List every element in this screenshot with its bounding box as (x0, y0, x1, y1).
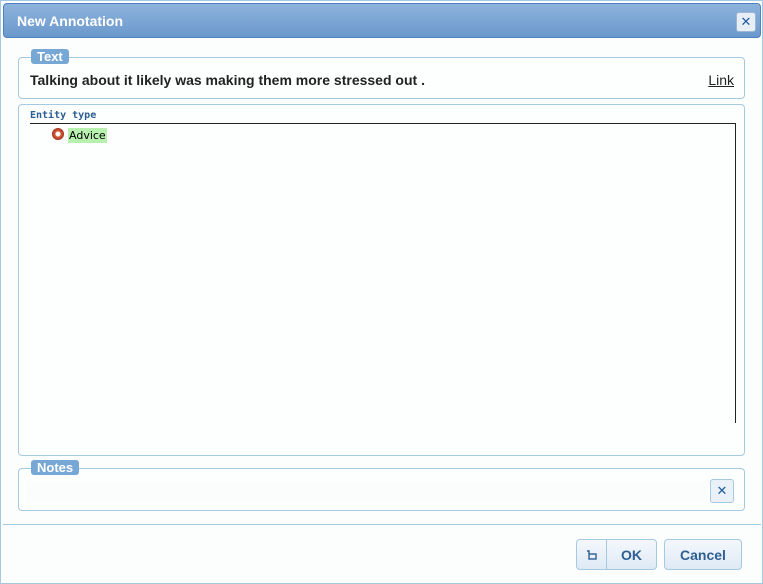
ok-button[interactable]: OK (606, 539, 657, 570)
lock-button[interactable] (576, 539, 607, 570)
entity-type-section: Entity type Advice (18, 104, 745, 456)
cancel-button[interactable]: Cancel (664, 539, 742, 570)
close-button[interactable]: ✕ (736, 12, 756, 32)
notes-section: Notes ✕ (18, 460, 745, 511)
dialog-titlebar[interactable]: New Annotation ✕ (3, 3, 761, 38)
text-section: Text Talking about it likely was making … (18, 49, 745, 99)
selected-text: Talking about it likely was making them … (30, 72, 425, 88)
button-pane-divider (3, 524, 761, 525)
clear-notes-button[interactable]: ✕ (710, 479, 734, 503)
annotation-dialog: New Annotation ✕ Text Talking about it l… (0, 0, 763, 584)
entity-type-name: Advice (68, 128, 107, 143)
radio-selected-icon[interactable] (52, 127, 64, 140)
text-section-legend: Text (31, 49, 69, 64)
link-button[interactable]: Link (708, 72, 734, 88)
notes-input[interactable] (27, 481, 707, 503)
entity-type-list[interactable]: Advice (30, 123, 736, 423)
notes-section-legend: Notes (31, 460, 80, 475)
clear-icon: ✕ (716, 483, 728, 499)
entity-type-advice[interactable]: Advice (52, 127, 107, 143)
close-icon: ✕ (740, 14, 752, 30)
entity-type-label: Entity type (30, 110, 97, 121)
dialog-title: New Annotation (17, 13, 124, 29)
lock-icon (587, 550, 597, 560)
